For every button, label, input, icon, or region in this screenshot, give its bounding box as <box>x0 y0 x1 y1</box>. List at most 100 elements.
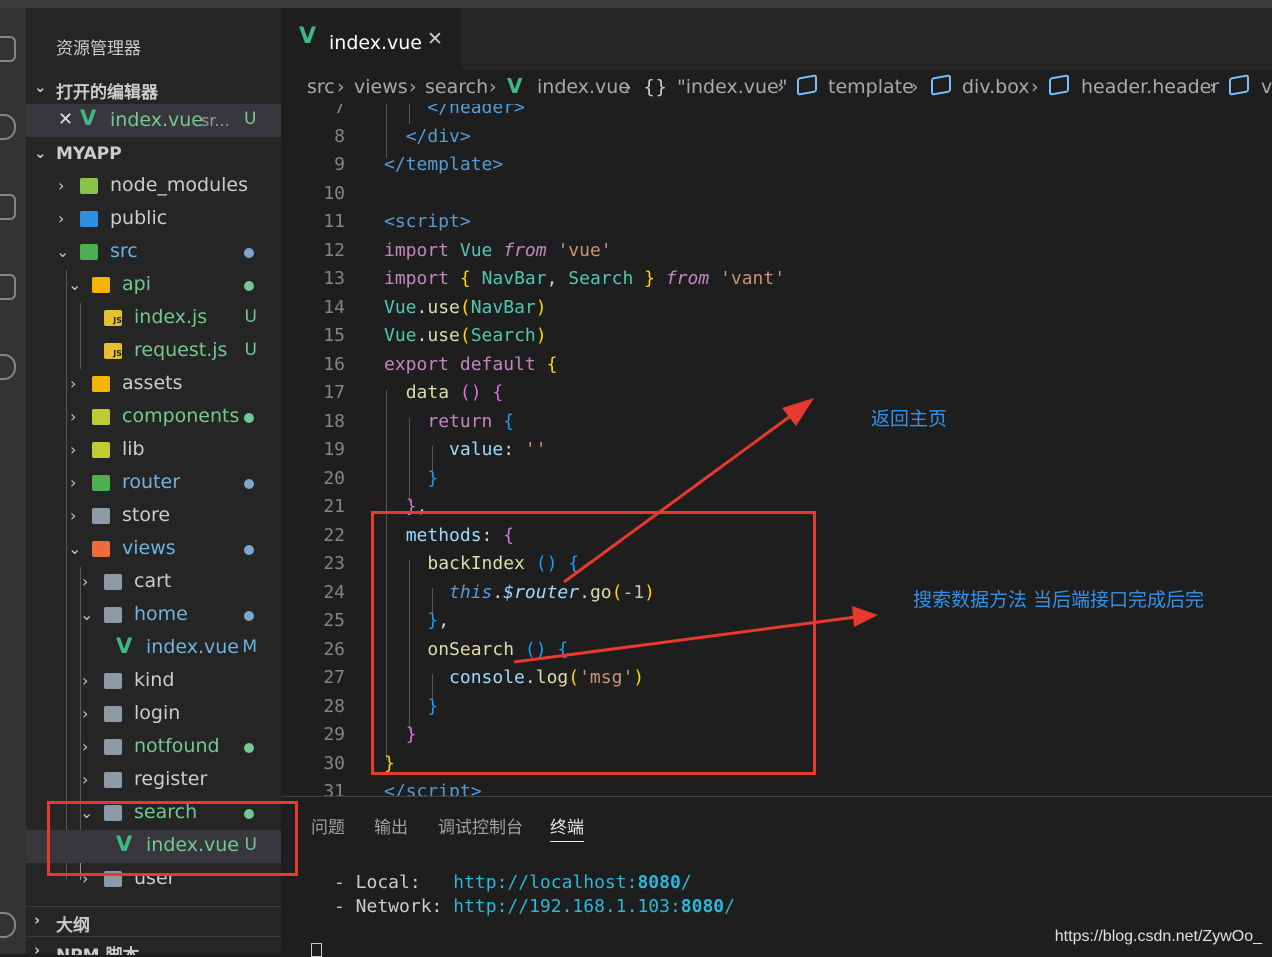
close-icon[interactable]: ✕ <box>58 109 73 130</box>
js-file-icon: JS <box>104 343 122 359</box>
search-view-icon[interactable] <box>0 114 16 140</box>
code-line: Vue.use(NavBar) <box>384 297 547 318</box>
terminal-cursor <box>311 943 322 957</box>
api-folder-icon <box>92 277 110 293</box>
chevron-right-icon: › <box>34 911 41 929</box>
tree-file-index-js[interactable]: JS index.js U <box>26 302 281 335</box>
untracked-dot <box>244 281 254 291</box>
tree-folder-api[interactable]: ⌄ api <box>26 269 281 302</box>
code-line: import Vue from 'vue' <box>384 240 612 261</box>
code-line: import { NavBar, Search } from 'vant' <box>384 268 786 289</box>
chevron-right-icon: › <box>70 473 77 492</box>
line-number: 7 <box>334 104 345 118</box>
tree-folder-register[interactable]: › register <box>26 764 281 797</box>
open-editor-item[interactable]: ✕ V index.vue sr... U <box>26 104 281 137</box>
chevron-right-icon: › <box>337 76 345 98</box>
line-number: 16 <box>323 353 345 375</box>
breadcrumb-item[interactable]: "index.vue" <box>677 76 787 98</box>
chevron-right-icon: › <box>58 176 65 195</box>
breadcrumb-item[interactable]: src <box>307 76 335 98</box>
breadcrumb-item[interactable]: template <box>828 76 914 98</box>
src-folder-icon <box>80 244 98 260</box>
folder-icon <box>104 772 122 788</box>
line-number: 30 <box>323 752 345 774</box>
terminal-local-line[interactable]: - Local: http://localhost:8080/ <box>334 872 692 893</box>
code-line: </header> <box>427 104 525 118</box>
npm-scripts-header[interactable]: › NPM 脚本 <box>26 936 281 955</box>
breadcrumb: src › views › search › V index.vue › {} … <box>281 70 1272 104</box>
tree-folder-lib[interactable]: › lib <box>26 434 281 467</box>
line-number: 11 <box>323 211 345 232</box>
tree-folder-router[interactable]: › router <box>26 467 281 500</box>
tree-folder-store[interactable]: › store <box>26 500 281 533</box>
tab-debug-console[interactable]: 调试控制台 <box>438 813 523 838</box>
breadcrumb-item[interactable]: header.header <box>1081 76 1219 98</box>
breadcrumb-item[interactable]: index.vue <box>537 76 630 98</box>
run-debug-icon[interactable] <box>0 274 16 300</box>
tree-folder-kind[interactable]: › kind <box>26 665 281 698</box>
chevron-down-icon: ⌄ <box>80 605 94 624</box>
line-number: 9 <box>334 154 345 175</box>
code-line: data () { <box>405 382 504 403</box>
settings-gear-icon[interactable] <box>0 912 16 938</box>
tab-index-vue[interactable]: V index.vue ✕ <box>281 8 461 70</box>
line-number: 10 <box>323 182 345 204</box>
line-number: 21 <box>323 496 345 517</box>
code-line: return { <box>427 411 515 432</box>
source-control-icon[interactable] <box>0 194 16 220</box>
tree-folder-node-modules[interactable]: › node_modules <box>26 170 281 203</box>
code-highlight-box <box>371 511 816 775</box>
assets-folder-icon <box>92 376 110 392</box>
outline-header[interactable]: › 大纲 <box>26 906 281 937</box>
chevron-right-icon: › <box>82 770 89 789</box>
public-folder-icon <box>80 211 98 227</box>
breadcrumb-item[interactable]: search <box>425 76 488 98</box>
element-cube-icon <box>931 74 951 96</box>
tree-folder-home[interactable]: ⌄ home <box>26 599 281 632</box>
terminal-network-line[interactable]: - Network: http://192.168.1.103:8080/ <box>334 896 735 917</box>
untracked-dot <box>244 413 254 423</box>
tab-terminal[interactable]: 终端 <box>550 813 584 842</box>
tree-file-home-index-vue[interactable]: V index.vue M <box>26 632 281 665</box>
line-number: 26 <box>323 638 345 660</box>
git-status-badge: U <box>244 307 257 327</box>
chevron-right-icon: › <box>70 374 77 393</box>
lib-folder-icon <box>92 442 110 458</box>
tree-folder-src[interactable]: ⌄ src <box>26 236 281 269</box>
line-number: 22 <box>323 524 345 546</box>
project-header[interactable]: ⌄ MYAPP <box>26 140 281 170</box>
breadcrumb-item[interactable]: v <box>1261 76 1272 98</box>
chevron-down-icon: ⌄ <box>68 275 82 294</box>
code-line: value: '' <box>449 439 547 460</box>
git-status-badge: U <box>244 109 257 129</box>
tab-output[interactable]: 输出 <box>374 813 408 838</box>
tree-folder-login[interactable]: › login <box>26 698 281 731</box>
code-line: } <box>427 468 439 489</box>
extensions-icon[interactable] <box>0 354 16 380</box>
open-editor-name: index.vue <box>110 109 203 131</box>
tree-file-request-js[interactable]: JS request.js U <box>26 335 281 368</box>
untracked-dot <box>244 743 254 753</box>
breadcrumb-item[interactable]: div.box <box>962 76 1030 98</box>
menu-bar[interactable] <box>0 0 1272 8</box>
chevron-right-icon: › <box>82 737 89 756</box>
breadcrumb-item[interactable]: views <box>354 76 408 98</box>
tab-problems[interactable]: 问题 <box>311 813 345 838</box>
code-line: </div> <box>405 126 471 147</box>
tree-folder-public[interactable]: › public <box>26 203 281 236</box>
tree-folder-cart[interactable]: › cart <box>26 566 281 599</box>
vue-file-icon: V <box>507 74 523 98</box>
line-number: 8 <box>334 125 345 147</box>
chevron-right-icon: › <box>58 209 65 228</box>
tree-folder-assets[interactable]: › assets <box>26 368 281 401</box>
tree-folder-components[interactable]: › components <box>26 401 281 434</box>
folder-icon <box>104 574 122 590</box>
chevron-right-icon: › <box>82 671 89 690</box>
folder-icon <box>104 706 122 722</box>
chevron-right-icon: › <box>34 941 41 955</box>
tree-folder-notfound[interactable]: › notfound <box>26 731 281 764</box>
tree-folder-views[interactable]: ⌄ views <box>26 533 281 566</box>
close-icon[interactable]: ✕ <box>427 28 443 50</box>
explorer-icon[interactable] <box>0 36 16 62</box>
open-editors-header[interactable]: ⌄ 打开的编辑器 <box>26 74 281 104</box>
